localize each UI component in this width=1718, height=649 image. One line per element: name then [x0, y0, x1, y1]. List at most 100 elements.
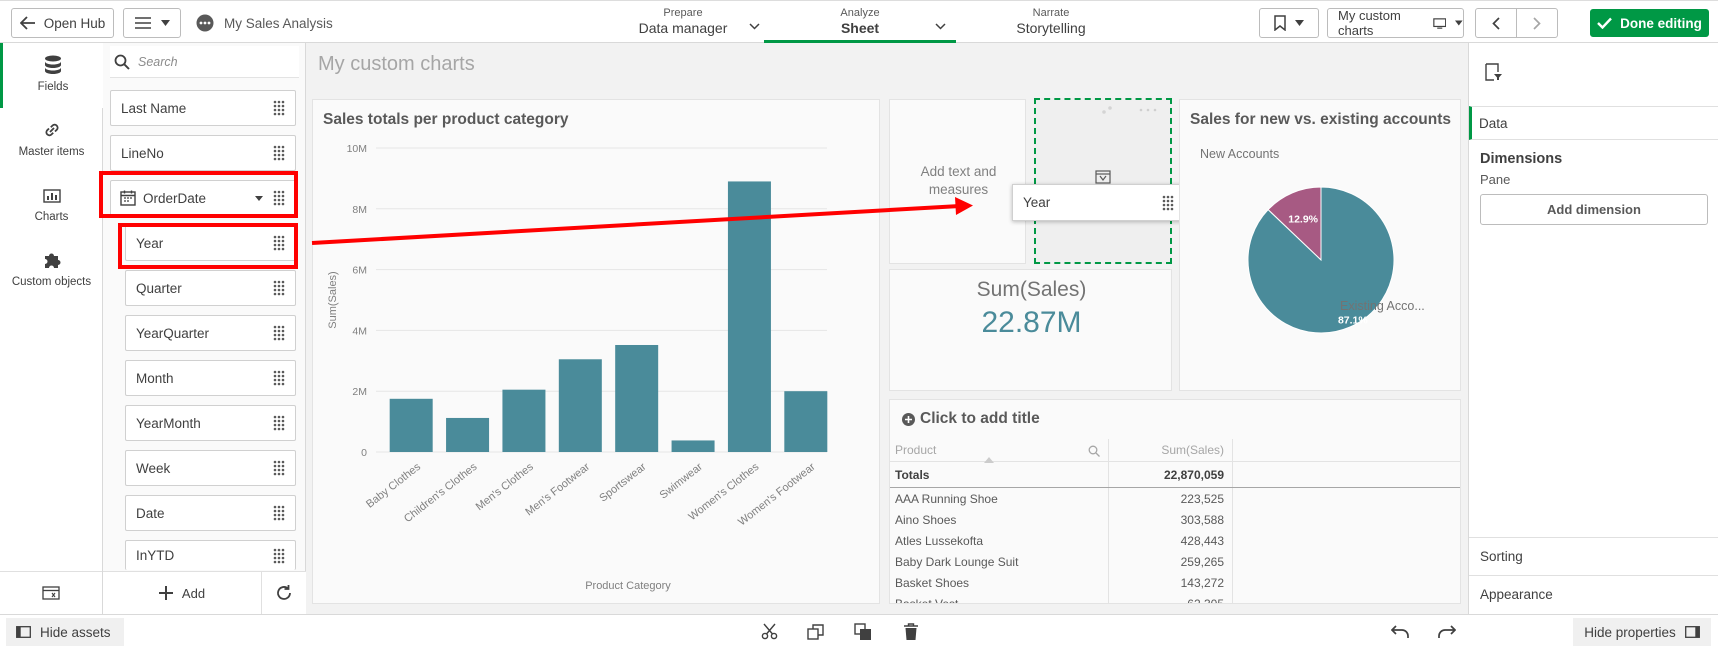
field-item-year[interactable]: Year: [125, 225, 296, 261]
drag-handle-icon[interactable]: [273, 235, 285, 251]
drag-handle-icon[interactable]: [273, 190, 285, 206]
global-menu-button[interactable]: [123, 8, 181, 38]
pane-label: Pane: [1480, 172, 1511, 187]
tab-prepare[interactable]: Prepare Data manager: [608, 1, 760, 43]
y-tick-label: 6M: [352, 265, 367, 277]
next-sheet-button[interactable]: [1516, 8, 1558, 38]
refresh-icon: [277, 585, 291, 600]
variables-icon[interactable]: [42, 586, 60, 600]
pie-legend-label: Existing Acco...: [1340, 299, 1425, 313]
column-search-icon[interactable]: [1088, 445, 1100, 457]
table-card[interactable]: Click to add title Product Sum(Sales) Tota…: [889, 399, 1461, 604]
rail-footer: [0, 571, 102, 614]
rail-item-custom-objects[interactable]: Custom objects: [0, 238, 103, 303]
pie-chart-card[interactable]: Sales for new vs. existing accounts 12.9…: [1179, 99, 1461, 391]
open-hub-label: Open Hub: [43, 15, 106, 31]
dragged-field-year[interactable]: Year: [1012, 184, 1185, 221]
drag-handle-icon[interactable]: [273, 280, 285, 296]
tab-analyze[interactable]: Analyze Sheet: [764, 1, 956, 43]
drag-handle-icon[interactable]: [273, 100, 285, 116]
pie-chart[interactable]: 12.9% 87.1% New Accounts Existing Acco...: [1180, 100, 1462, 392]
field-item[interactable]: Quarter: [125, 270, 296, 306]
app-title: My Sales Analysis: [196, 13, 333, 33]
paste-icon[interactable]: [854, 623, 872, 641]
copy-icon[interactable]: [807, 623, 825, 641]
top-toolbar: Open Hub My Sales Analysis Prepare Data …: [0, 0, 1718, 43]
fields-search[interactable]: Search: [110, 46, 299, 78]
undo-icon[interactable]: [1391, 625, 1409, 639]
drag-handle-icon[interactable]: [273, 145, 285, 161]
bar: [502, 389, 546, 452]
reload-button[interactable]: [262, 571, 306, 614]
drag-handle-icon[interactable]: [273, 415, 285, 431]
field-item[interactable]: YearQuarter: [125, 315, 296, 351]
tab-data-label: Data: [1479, 116, 1508, 131]
tab-narrate[interactable]: Narrate Storytelling: [976, 1, 1126, 43]
x-tick-label: Sportswear: [597, 461, 648, 505]
bookmarks-button[interactable]: [1259, 8, 1319, 38]
filter-pane-drop-zone[interactable]: [1034, 98, 1172, 264]
rail-item-charts[interactable]: Charts: [0, 173, 103, 238]
data-table[interactable]: Product Sum(Sales) Totals 22,870,059 AAA Run…: [890, 439, 1460, 603]
table-row[interactable]: Baby Dark Lounge Suit 259,265: [890, 551, 1460, 572]
table-cell-product: Baby Dark Lounge Suit: [890, 551, 1109, 572]
sorting-section[interactable]: Sorting: [1469, 537, 1718, 575]
kpi-card[interactable]: Sum(Sales) 22.87M: [889, 269, 1172, 391]
hide-assets-button[interactable]: Hide assets: [6, 618, 124, 646]
field-item[interactable]: LineNo: [110, 135, 296, 171]
rail-item-fields[interactable]: Fields: [0, 43, 103, 108]
column-header-sum-sales: Sum(Sales): [1109, 439, 1233, 461]
field-item[interactable]: Week: [125, 450, 296, 486]
drag-handle-icon[interactable]: [273, 325, 285, 341]
add-field-button[interactable]: Add: [103, 571, 262, 614]
previous-sheet-button[interactable]: [1475, 8, 1517, 38]
caret-down-icon[interactable]: [255, 195, 263, 201]
drag-handle-icon[interactable]: [273, 505, 285, 521]
table-row[interactable]: Atles Lussekofta 428,443: [890, 530, 1460, 551]
table-cell-product: AAA Running Shoe: [890, 488, 1109, 509]
field-item[interactable]: Month: [125, 360, 296, 396]
drag-handle-icon[interactable]: [1162, 195, 1174, 211]
drag-handle-icon[interactable]: [273, 370, 285, 386]
y-tick-label: 8M: [352, 204, 367, 216]
table-row[interactable]: Basket Vest 62,305: [890, 593, 1460, 603]
text-image-card[interactable]: Add text and measures: [889, 99, 1026, 264]
open-hub-button[interactable]: Open Hub: [11, 8, 114, 38]
rail-label-charts: Charts: [34, 211, 69, 223]
tab-data[interactable]: Data: [1469, 106, 1718, 140]
properties-panel: Data Dimensions Pane Add dimension Sorti…: [1468, 43, 1718, 614]
field-item[interactable]: Last Name: [110, 90, 296, 126]
field-item[interactable]: YearMonth: [125, 405, 296, 441]
dragged-field-label: Year: [1023, 195, 1051, 210]
delete-icon[interactable]: [903, 623, 919, 641]
rail-item-master-items[interactable]: Master items: [0, 108, 103, 173]
hide-properties-button[interactable]: Hide properties: [1573, 618, 1711, 646]
chevron-down-icon: [749, 23, 760, 30]
table-title-row[interactable]: Click to add title: [902, 410, 1040, 428]
appearance-section[interactable]: Appearance: [1469, 575, 1718, 614]
table-row[interactable]: Basket Shoes 143,272: [890, 572, 1460, 593]
sheet-selector[interactable]: My custom charts: [1327, 8, 1464, 38]
field-label: Date: [136, 505, 165, 521]
search-input[interactable]: Search: [138, 55, 178, 69]
bar-chart-card[interactable]: Sales totals per product category 0 2M 4M 6…: [312, 99, 880, 604]
table-row[interactable]: Aino Shoes 303,588: [890, 509, 1460, 530]
done-editing-button[interactable]: Done editing: [1590, 9, 1709, 37]
table-cell-sales: 303,588: [1109, 509, 1233, 530]
table-row[interactable]: AAA Running Shoe 223,525: [890, 488, 1460, 509]
add-dimension-button[interactable]: Add dimension: [1480, 194, 1708, 225]
redo-icon[interactable]: [1438, 625, 1456, 639]
drag-handle-icon[interactable]: [273, 548, 285, 564]
bar: [615, 344, 659, 452]
sheet-title[interactable]: My custom charts: [318, 53, 475, 76]
cut-icon[interactable]: [761, 623, 779, 641]
field-item[interactable]: Date: [125, 495, 296, 531]
table-cell-product: Basket Vest: [890, 593, 1109, 603]
table-cell-sales: 259,265: [1109, 551, 1233, 572]
plus-icon: [158, 586, 173, 600]
drag-handle-icon[interactable]: [273, 460, 285, 476]
field-item[interactable]: InYTD: [125, 540, 296, 570]
database-icon: [45, 55, 61, 74]
field-item-orderdate[interactable]: OrderDate: [110, 180, 296, 216]
bar-chart[interactable]: 02M4M6M8M10MSum(Sales)Baby ClothesChildr…: [313, 100, 881, 605]
